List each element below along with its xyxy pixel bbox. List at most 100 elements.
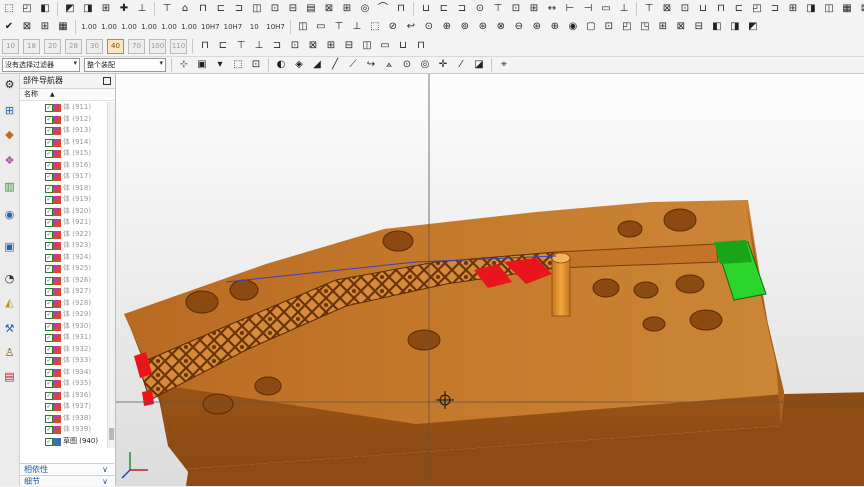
dimension-style-button[interactable]: 1.00 [180,20,198,34]
point-on-curve-icon[interactable]: ⁄ [453,58,469,72]
tree-item[interactable]: ✓ 体 (915) [20,148,106,160]
toolbar-tool-icon[interactable]: ⊙ [472,2,488,16]
web-browser-icon[interactable]: ◉ [1,206,18,223]
standard-part-icon[interactable]: ⊔ [395,39,411,53]
roles-icon[interactable]: ♙ [1,344,18,361]
toolbar-tool-icon[interactable]: ⊓ [393,2,409,16]
toolbar-tool-icon[interactable]: ⊣ [580,2,596,16]
dimension-style-button[interactable]: 10H7 [200,20,221,34]
toolbar-tool-icon[interactable]: ⊛ [475,20,491,34]
visibility-checkbox[interactable]: ✓ [45,334,53,342]
tree-item[interactable]: ✓ 体 (916) [20,160,106,172]
toolbar-tool-icon[interactable]: ⊡ [601,20,617,34]
toolbar-tool-icon[interactable]: ⊟ [691,20,707,34]
tree-item[interactable]: ✓ 体 (924) [20,252,106,264]
visibility-checkbox[interactable]: ✓ [45,276,53,285]
reset-filter-icon[interactable]: ⊡ [248,58,264,72]
toolbar-tool-icon[interactable]: ⬚ [1,2,17,16]
tree-item[interactable]: ✓ 体 (911) [20,102,106,114]
toolbar-tool-icon[interactable]: ⊡ [677,2,693,16]
column-header[interactable]: 名称 ▲ [20,89,115,101]
toolbar-tool-icon[interactable]: ▤ [303,2,319,16]
size-preset-button[interactable]: 40 [107,38,124,54]
toolbar-tool-icon[interactable]: ◳ [637,20,653,34]
toolbar-tool-icon[interactable]: ⊚ [457,20,473,34]
cube-view-icon[interactable]: ◈ [291,58,307,72]
navigator-scrollbar[interactable] [107,102,115,448]
dimension-style-button[interactable]: 1.00 [80,20,98,34]
process-studio-icon[interactable]: ⚒ [1,320,18,337]
visibility-checkbox[interactable]: ✓ [45,391,53,400]
tree-item[interactable]: ✓ 体 (925) [20,263,106,275]
toolbar-tool-icon[interactable]: ⊕ [439,20,455,34]
toolbar-tool-icon[interactable]: ⊤ [331,20,347,34]
dependency-section[interactable]: 相依性 ∨ [20,463,114,474]
visibility-checkbox[interactable]: ✓ [45,426,53,434]
tree-item[interactable]: ✓ 体 (917) [20,171,106,183]
type-filter-icon[interactable]: ▣ [194,58,210,72]
details-section[interactable]: 细节 ∨ [20,475,114,486]
tree-item[interactable]: ✓ 体 (930) [20,321,106,333]
tree-item[interactable]: ✓ 体 (932) [20,344,106,356]
toolbar-tool-icon[interactable]: ◧ [37,2,53,16]
toolbar-tool-icon[interactable]: ⊏ [436,2,452,16]
toolbar-tool-icon[interactable]: ⊤ [159,2,175,16]
toolbar-tool-icon[interactable]: ⊞ [526,2,542,16]
tree-item[interactable]: ✓ 体 (919) [20,194,106,206]
toolbar-tool-icon[interactable]: ◩ [745,20,761,34]
annotation-tool-icon[interactable]: ✔ [1,20,17,34]
toolbar-tool-icon[interactable]: ◨ [80,2,96,16]
toolbar-tool-icon[interactable]: ◎ [357,2,373,16]
toolbar-tool-icon[interactable]: ⊤ [641,2,657,16]
tree-item[interactable]: ✓ 体 (927) [20,286,106,298]
visibility-checkbox[interactable]: ✓ [45,288,53,296]
standard-part-icon[interactable]: ▭ [377,39,393,53]
existing-point-icon[interactable]: ✛ [435,58,451,72]
standard-part-icon[interactable]: ◫ [359,39,375,53]
toolbar-tool-icon[interactable]: ⊡ [267,2,283,16]
annotation-tool-icon[interactable]: ⊞ [37,20,53,34]
visibility-checkbox[interactable]: ✓ [45,219,53,227]
toolbar-tool-icon[interactable]: ⊥ [616,2,632,16]
toolbar-tool-icon[interactable]: ⊢ [562,2,578,16]
visibility-checkbox[interactable]: ✓ [45,437,53,446]
tree-item[interactable]: ✓ 体 (934) [20,367,106,379]
size-preset-button[interactable]: 28 [65,38,82,54]
center-point-icon[interactable]: ⊙ [399,58,415,72]
dimension-style-button[interactable]: 10 [245,20,263,34]
dimension-style-button[interactable]: 10H7 [265,20,286,34]
tree-item[interactable]: ✓ 体 (931) [20,332,106,344]
system-materials-icon[interactable]: ◭ [1,294,18,311]
standard-part-icon[interactable]: ⊐ [269,39,285,53]
toolbar-tool-icon[interactable]: ⊙ [421,20,437,34]
visibility-checkbox[interactable]: ✓ [45,265,53,273]
select-all-icon[interactable]: ⊹ [176,58,192,72]
toolbar-tool-icon[interactable]: ⊠ [321,2,337,16]
toolbar-tool-icon[interactable]: ⬚ [367,20,383,34]
visibility-checkbox[interactable]: ✓ [45,230,53,239]
tree-item[interactable]: ✓ 草图 (940) [20,436,106,448]
toolbar-tool-icon[interactable]: ◫ [249,2,265,16]
toolbar-tool-icon[interactable]: ▭ [313,20,329,34]
visibility-checkbox[interactable]: ✓ [45,150,53,158]
visibility-checkbox[interactable]: ✓ [45,161,53,170]
toolbar-tool-icon[interactable]: ⊓ [195,2,211,16]
size-preset-button[interactable]: 10 [2,38,19,54]
toolbar-tool-icon[interactable]: ◩ [62,2,78,16]
size-preset-button[interactable]: 70 [128,38,145,54]
clock-icon[interactable]: ◔ [1,270,18,287]
toolbar-tool-icon[interactable]: ⊥ [349,20,365,34]
toolbar-tool-icon[interactable]: ⊖ [511,20,527,34]
tree-item[interactable]: ✓ 体 (918) [20,183,106,195]
rectangle-select-icon[interactable]: ⬚ [230,58,246,72]
toolbar-tool-icon[interactable]: ⊟ [285,2,301,16]
toolbar-tool-icon[interactable]: ⌂ [177,2,193,16]
toolbar-tool-icon[interactable]: ⊐ [231,2,247,16]
toolbar-tool-icon[interactable]: ⊕ [547,20,563,34]
annotation-tool-icon[interactable]: ⊠ [19,20,35,34]
tree-item[interactable]: ✓ 体 (929) [20,309,106,321]
toolbar-tool-icon[interactable]: ⊡ [508,2,524,16]
toolbar-tool-icon[interactable]: ⊏ [731,2,747,16]
toolbar-tool-icon[interactable]: ⊤ [490,2,506,16]
selection-filter-dropdown[interactable]: 没有选择过滤器 ▾ [2,58,80,72]
